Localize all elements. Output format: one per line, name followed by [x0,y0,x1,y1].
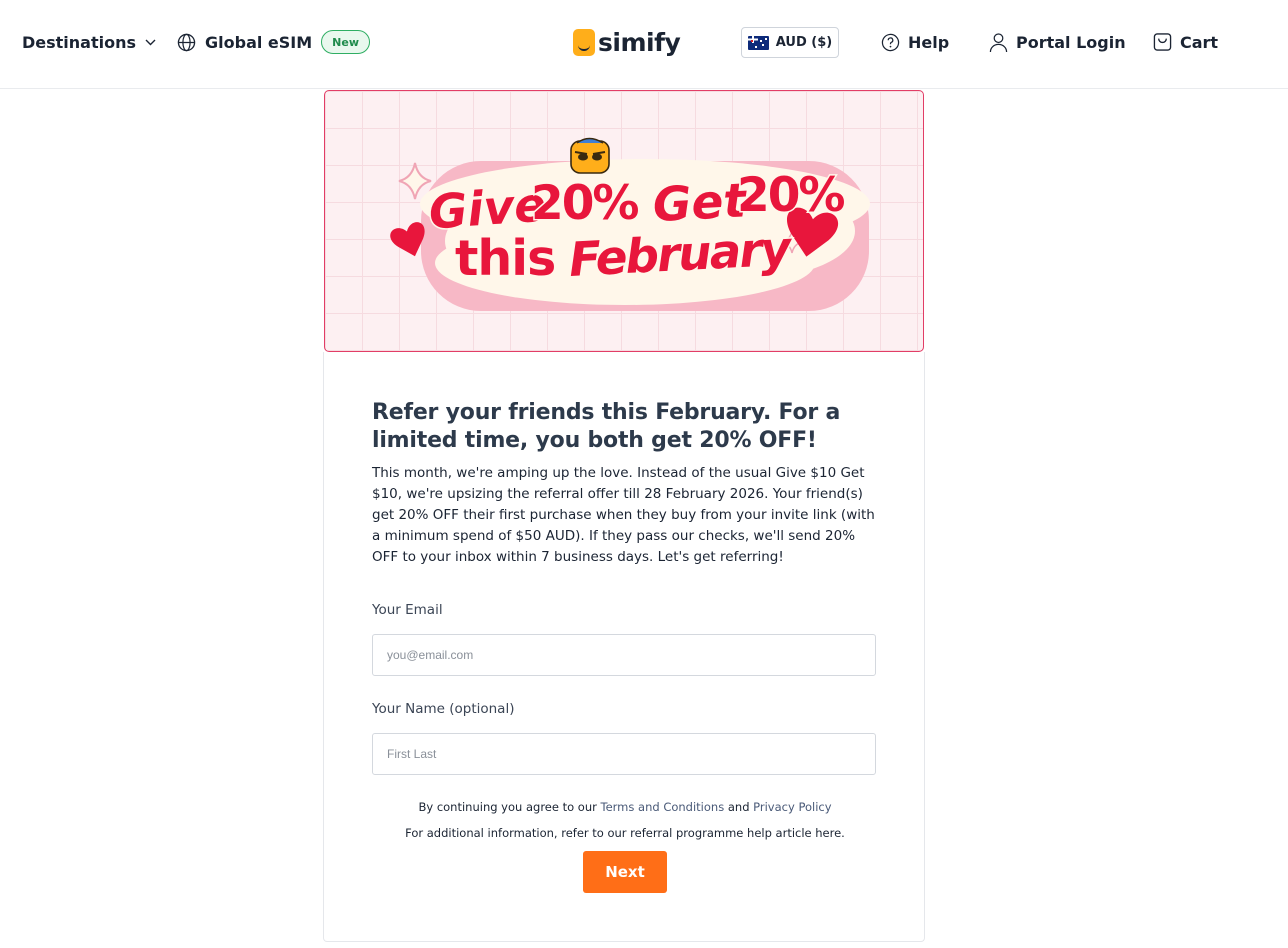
page-title: Refer your friends this February. For a … [372,400,841,453]
terms-text: By continuing you agree to our Terms and… [324,800,926,814]
user-icon [989,32,1008,53]
name-field[interactable] [372,733,876,775]
next-button[interactable]: Next [583,851,667,893]
promo-graphic: Give 20% Get 20% this February [390,137,870,311]
terms-link[interactable]: Terms and Conditions [601,800,725,814]
cart-icon [1153,32,1172,52]
mascot-icon [570,137,610,174]
simify-logo[interactable]: simify [573,24,681,60]
global-esim-label: Global eSIM [205,32,313,52]
nav-destinations[interactable]: Destinations [22,0,156,84]
globe-icon [177,33,196,52]
help-article-text[interactable]: For additional information, refer to our… [324,826,926,840]
referral-card: Refer your friends this February. For a … [323,352,925,942]
currency-label: AUD ($) [775,35,833,50]
cart-label: Cart [1180,32,1219,52]
name-label: Your Name (optional) [372,701,515,717]
nav-help[interactable]: Help [881,0,949,84]
promo-percent-1: 20% [531,176,638,231]
intro-text: This month, we're amping up the love. In… [372,465,875,565]
destinations-label: Destinations [22,32,137,52]
chevron-down-icon [145,39,156,46]
promo-percent-2: 20% [737,168,844,223]
promo-word-february: February [568,221,795,288]
nav-cart[interactable]: Cart [1153,0,1218,84]
help-circle-icon [881,33,900,52]
email-label: Your Email [372,602,443,618]
logo-mark-icon [573,28,595,56]
flag-au-icon [747,35,769,50]
portal-login-label: Portal Login [1016,32,1126,52]
new-badge: New [321,30,371,54]
nav-portal-login[interactable]: Portal Login [989,0,1126,84]
help-label: Help [908,32,950,52]
logo-text: simify [598,27,681,57]
privacy-link[interactable]: Privacy Policy [753,800,831,814]
nav-global-esim[interactable]: Global eSIM New [177,0,371,84]
site-header: Destinations Global eSIM New simify AUD … [0,0,1288,89]
email-field[interactable] [372,634,876,676]
terms-prefix: By continuing you agree to our [418,800,597,814]
promo-banner: Give 20% Get 20% this February [324,90,924,352]
promo-word-this: this [455,230,555,287]
currency-selector[interactable]: AUD ($) [741,27,839,58]
terms-and: and [727,800,750,814]
